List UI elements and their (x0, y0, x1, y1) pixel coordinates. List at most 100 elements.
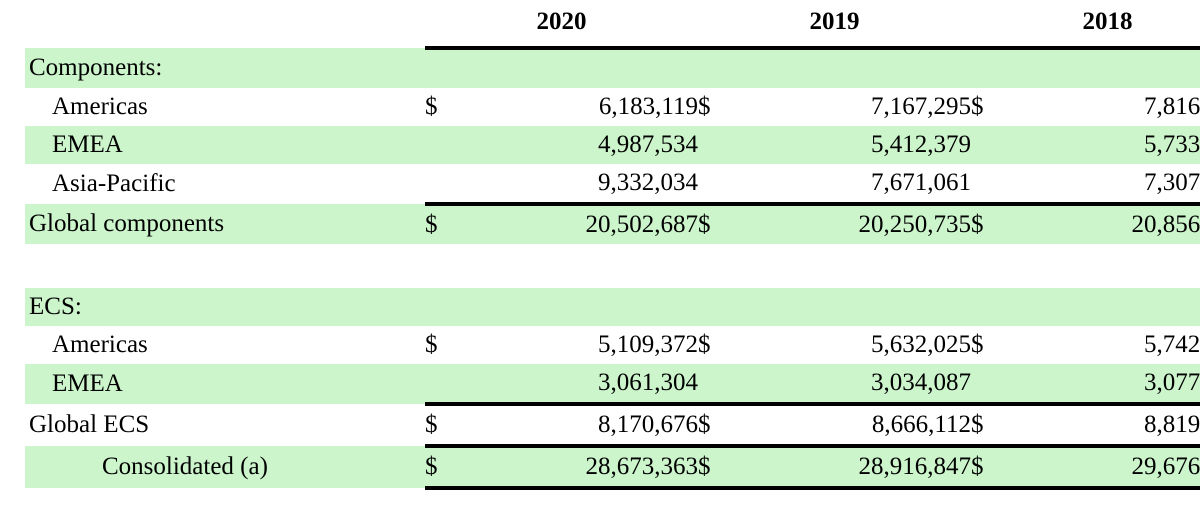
currency-symbol-2019: $ (698, 446, 731, 490)
currency-symbol-2020: $ (425, 446, 458, 490)
spacer-cell (458, 244, 698, 288)
value-2019: 3,034,087 (731, 364, 971, 406)
spacer-cell (731, 488, 971, 530)
currency-symbol-2020 (425, 288, 458, 326)
value-2019: 20,250,735 (731, 204, 971, 244)
currency-symbol-2019: $ (698, 404, 731, 448)
value-2020: 6,183,119 (458, 88, 698, 126)
row-label-cell: EMEA (0, 126, 425, 164)
currency-symbol-2019 (698, 48, 731, 88)
value-2019: 7,167,295 (731, 88, 971, 126)
table-row-subtotal: Global components $ 20,502,687 $ 20,250,… (0, 204, 1200, 244)
value-2019 (731, 288, 971, 326)
currency-symbol-2018: $ (971, 326, 1004, 364)
value-2018: 5,742,526 (1004, 326, 1200, 364)
row-label-cell: Americas (0, 326, 425, 364)
financial-table-sheet: 2020 2019 2018 Components: Americas $ 6,… (0, 0, 1200, 532)
value-2020: 20,502,687 (458, 204, 698, 244)
spacer-cell (971, 244, 1004, 288)
currency-symbol-2019 (698, 288, 731, 326)
row-label: Americas (52, 331, 148, 358)
currency-symbol-2020: $ (425, 204, 458, 244)
value-2019: 5,412,379 (731, 126, 971, 164)
spacer-cell (458, 488, 698, 530)
currency-symbol-2020: $ (425, 326, 458, 364)
value-2018: 8,819,917 (1004, 404, 1200, 448)
currency-symbol-2018: $ (971, 404, 1004, 448)
value-2018: 7,816,533 (1004, 88, 1200, 126)
table-row: ECS: (0, 288, 1200, 326)
value-2018 (1004, 288, 1200, 326)
row-label: Components: (29, 54, 163, 81)
currency-symbol-2018: $ (971, 204, 1004, 244)
column-header-2020: 2020 (425, 0, 698, 50)
table-row: Components: (0, 48, 1200, 88)
currency-symbol-2019 (698, 364, 731, 406)
header-label-spacer (0, 0, 425, 48)
currency-symbol-2018 (971, 288, 1004, 326)
currency-symbol-2018: $ (971, 446, 1004, 490)
value-2018: 3,077,391 (1004, 364, 1200, 406)
table-row: Americas $ 5,109,372 $ 5,632,025 $ 5,742… (0, 326, 1200, 364)
row-label: ECS: (29, 293, 82, 320)
table-tail-row (0, 488, 1200, 530)
value-2018 (1004, 48, 1200, 88)
value-2019: 8,666,112 (731, 404, 971, 448)
row-label: Asia-Pacific (52, 170, 176, 197)
value-2020: 8,170,676 (458, 404, 698, 448)
row-label-cell: ECS: (0, 288, 425, 326)
currency-symbol-2018 (971, 48, 1004, 88)
spacer-cell (731, 244, 971, 288)
value-2018: 5,733,222 (1004, 126, 1200, 164)
row-label-cell: Asia-Pacific (0, 164, 425, 204)
spacer-cell (1004, 488, 1200, 530)
spacer-cell (971, 488, 1004, 530)
value-2019: 7,671,061 (731, 164, 971, 206)
value-2019: 28,916,847 (731, 446, 971, 490)
spacer-cell (425, 244, 458, 288)
currency-symbol-2020 (425, 126, 458, 164)
spacer-cell (698, 488, 731, 530)
row-label: Global components (29, 210, 225, 237)
currency-symbol-2020: $ (425, 404, 458, 448)
currency-symbol-2018 (971, 126, 1004, 164)
value-2020: 5,109,372 (458, 326, 698, 364)
spacer-cell (698, 244, 731, 288)
value-2018: 20,856,851 (1004, 204, 1200, 244)
row-label: EMEA (52, 131, 123, 158)
currency-symbol-2018 (971, 164, 1004, 206)
value-2020: 28,673,363 (458, 446, 698, 490)
table-header-row: 2020 2019 2018 (0, 0, 1200, 50)
value-2020: 3,061,304 (458, 364, 698, 406)
currency-symbol-2019: $ (698, 204, 731, 244)
table-row: Asia-Pacific 9,332,034 7,671,061 7,307,0… (0, 164, 1200, 206)
value-2018: 7,307,096 (1004, 164, 1200, 206)
row-label-cell: Americas (0, 88, 425, 126)
value-2020 (458, 48, 698, 88)
table-row: Americas $ 6,183,119 $ 7,167,295 $ 7,816… (0, 88, 1200, 126)
section-spacer-row (0, 244, 1200, 288)
row-label-cell: Consolidated (a) (0, 446, 425, 488)
table-row-total: Consolidated (a) $ 28,673,363 $ 28,916,8… (0, 446, 1200, 490)
spacer-cell (425, 488, 458, 530)
row-label-cell: EMEA (0, 364, 425, 404)
currency-symbol-2020 (425, 48, 458, 88)
spacer-cell (0, 488, 425, 530)
value-2019: 5,632,025 (731, 326, 971, 364)
table-row-subtotal: Global ECS $ 8,170,676 $ 8,666,112 $ 8,8… (0, 404, 1200, 448)
spacer-cell (0, 244, 425, 288)
value-2019 (731, 48, 971, 88)
column-header-2018: 2018 (971, 0, 1200, 50)
row-label-cell: Components: (0, 48, 425, 88)
currency-symbol-2020 (425, 164, 458, 206)
currency-symbol-2019 (698, 126, 731, 164)
spacer-cell (1004, 244, 1200, 288)
currency-symbol-2019 (698, 164, 731, 206)
currency-symbol-2020: $ (425, 88, 458, 126)
row-label: Consolidated (a) (102, 453, 268, 480)
table-row: EMEA 3,061,304 3,034,087 3,077,391 (0, 364, 1200, 406)
currency-symbol-2018: $ (971, 88, 1004, 126)
row-label-cell: Global components (0, 204, 425, 244)
segment-revenue-table: 2020 2019 2018 Components: Americas $ 6,… (0, 0, 1200, 530)
value-2020: 9,332,034 (458, 164, 698, 206)
